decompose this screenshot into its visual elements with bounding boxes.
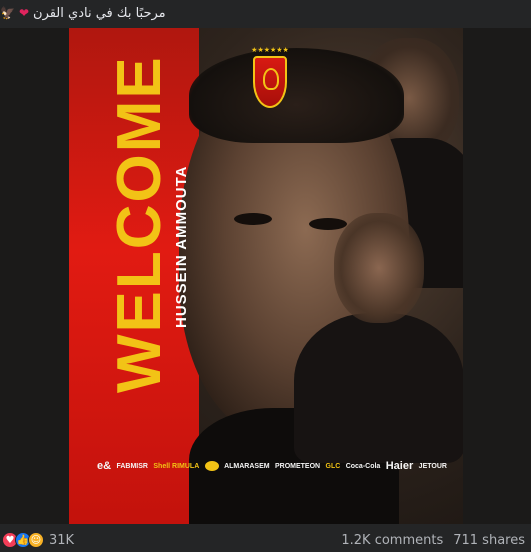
- sponsor-logo: JETOUR: [418, 462, 447, 470]
- club-crest: ★★★★★★: [251, 46, 289, 110]
- sponsor-logo: FABMISR: [116, 462, 148, 470]
- crest-shield: [253, 56, 287, 108]
- caption-text: مرحبًا بك في نادي القرن: [33, 5, 166, 21]
- sponsor-logo-lipton: [204, 461, 219, 471]
- coach-eye-left: [234, 213, 272, 225]
- coach-eye-right: [309, 218, 347, 230]
- sponsor-logo: e&: [97, 460, 112, 472]
- sponsor-strip: e& FABMISR Shell RIMULA ALMARASEM PROMET…: [97, 453, 447, 479]
- post-footer: ♥ 👍 ☺ 31K 1.2K comments 711 shares: [0, 528, 531, 552]
- sponsor-logo: GLC: [325, 462, 341, 470]
- reactions-summary[interactable]: ♥ 👍 ☺ 31K: [2, 532, 74, 548]
- coach-figure-mid: [334, 213, 424, 323]
- post-caption: مرحبًا بك في نادي القرن ❤ 🦅: [0, 0, 531, 26]
- coach-hair: [189, 48, 404, 143]
- crest-stars: ★★★★★★: [251, 46, 289, 54]
- sponsor-logo: Shell RIMULA: [153, 462, 200, 470]
- post-image[interactable]: ★★★★★★ WELCOME HUSSEIN AMMOUTA e& FABMIS…: [0, 28, 531, 524]
- sponsor-logo: PROMETEON: [274, 462, 321, 470]
- coach-body-mid: [294, 313, 463, 463]
- reaction-count: 31K: [49, 532, 75, 548]
- sponsor-logo: Coca-Cola: [345, 462, 381, 470]
- care-reaction-icon: ☺: [28, 532, 44, 548]
- sponsor-logo: ALMARASEM: [224, 462, 270, 470]
- eagle-icon: 🦅: [0, 6, 15, 20]
- sponsor-logo: Haier: [385, 460, 414, 472]
- heart-icon: ❤: [18, 6, 30, 20]
- shares-link[interactable]: 711 shares: [453, 533, 525, 548]
- welcome-headline: WELCOME: [105, 55, 174, 393]
- coach-name: HUSSEIN AMMOUTA: [173, 165, 190, 329]
- welcome-poster: ★★★★★★ WELCOME HUSSEIN AMMOUTA e& FABMIS…: [69, 28, 463, 524]
- comments-link[interactable]: 1.2K comments: [341, 533, 443, 548]
